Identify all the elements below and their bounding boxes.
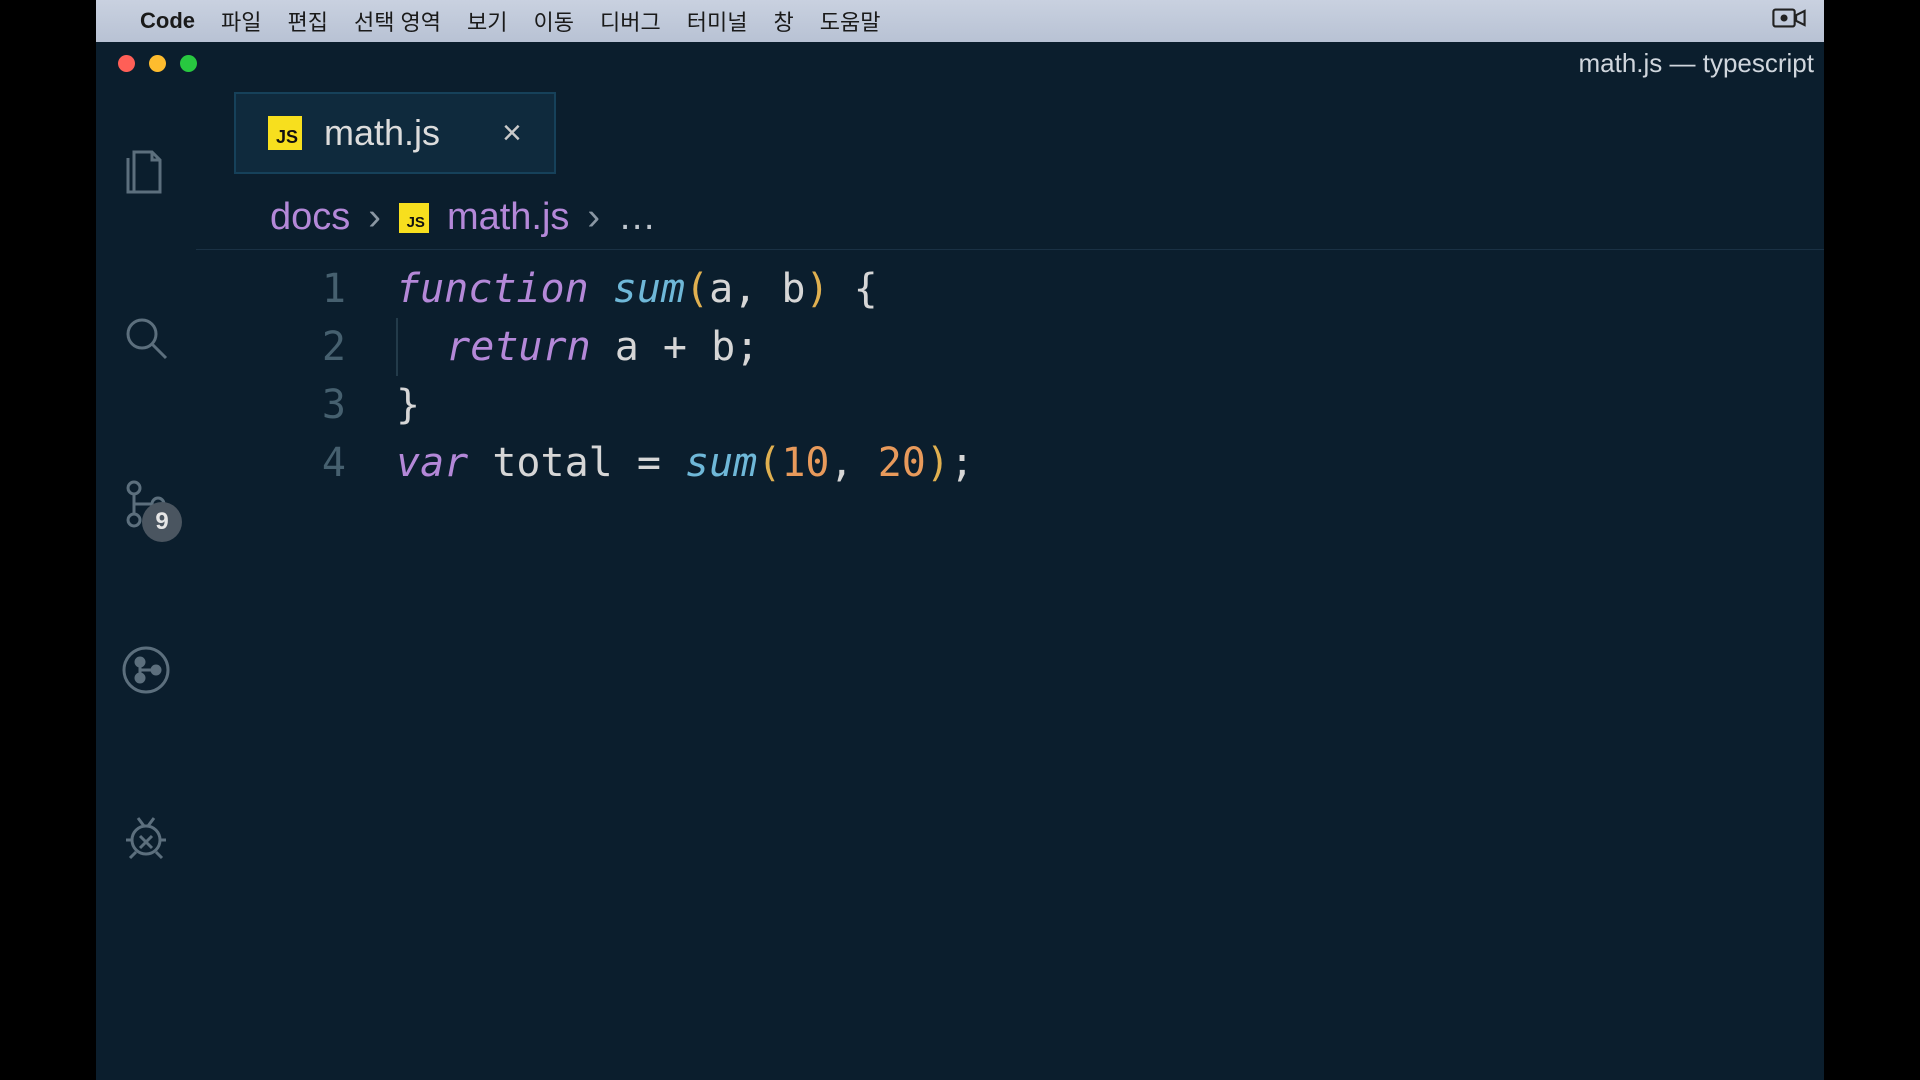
line-number: 1 [196,260,346,318]
line-number: 2 [196,318,346,376]
search-icon[interactable] [118,310,174,366]
menu-terminal[interactable]: 터미널 [687,5,748,37]
app-menu[interactable]: Code [140,8,195,34]
explorer-icon[interactable] [118,144,174,200]
js-file-icon: JS [268,116,302,150]
tab-filename: math.js [324,112,440,154]
menu-go[interactable]: 이동 [534,5,574,37]
breadcrumb[interactable]: docs › JS math.js › … [196,174,1824,250]
window-title: math.js — typescript [1578,48,1824,79]
chevron-right-icon: › [368,196,381,239]
menu-debug[interactable]: 디버그 [600,5,661,37]
activity-bar: 9 [96,84,196,1080]
line-number: 3 [196,376,346,434]
screen-record-icon[interactable] [1772,6,1806,36]
breadcrumb-ellipsis[interactable]: … [618,196,656,239]
zoom-window-button[interactable] [180,55,197,72]
menu-selection[interactable]: 선택 영역 [354,5,441,37]
breadcrumb-file[interactable]: math.js [447,196,569,239]
debug-icon[interactable] [118,808,174,864]
gitlens-icon[interactable] [118,642,174,698]
menu-window[interactable]: 창 [773,5,793,37]
code-editor[interactable]: 1 2 3 4 function sum(a, b) { return a + … [196,250,1824,492]
code-line: var total = sum(10, 20); [396,434,1824,492]
traffic-lights [96,55,197,72]
chevron-right-icon: › [587,196,600,239]
menu-view[interactable]: 보기 [467,5,507,37]
menu-help[interactable]: 도움말 [820,5,881,37]
scm-badge: 9 [142,502,182,542]
js-file-icon: JS [399,203,429,233]
source-control-icon[interactable]: 9 [118,476,174,532]
line-number: 4 [196,434,346,492]
line-number-gutter: 1 2 3 4 [196,260,396,492]
menu-edit[interactable]: 편집 [287,5,327,37]
tab-math-js[interactable]: JS math.js × [234,92,556,174]
macos-menubar: Code 파일 편집 선택 영역 보기 이동 디버그 터미널 창 도움말 [96,0,1824,42]
breadcrumb-folder[interactable]: docs [270,196,350,239]
close-tab-icon[interactable]: × [502,114,522,153]
menu-file[interactable]: 파일 [221,5,261,37]
code-line: } [396,376,1824,434]
minimize-window-button[interactable] [149,55,166,72]
editor-tabs: JS math.js × [196,84,1824,174]
code-line: function sum(a, b) { [396,260,1824,318]
close-window-button[interactable] [118,55,135,72]
code-line: return a + b; [396,318,1824,376]
code-content[interactable]: function sum(a, b) { return a + b; } var… [396,260,1824,492]
vscode-window: math.js — typescript 9 [96,42,1824,1080]
window-titlebar: math.js — typescript [96,42,1824,84]
